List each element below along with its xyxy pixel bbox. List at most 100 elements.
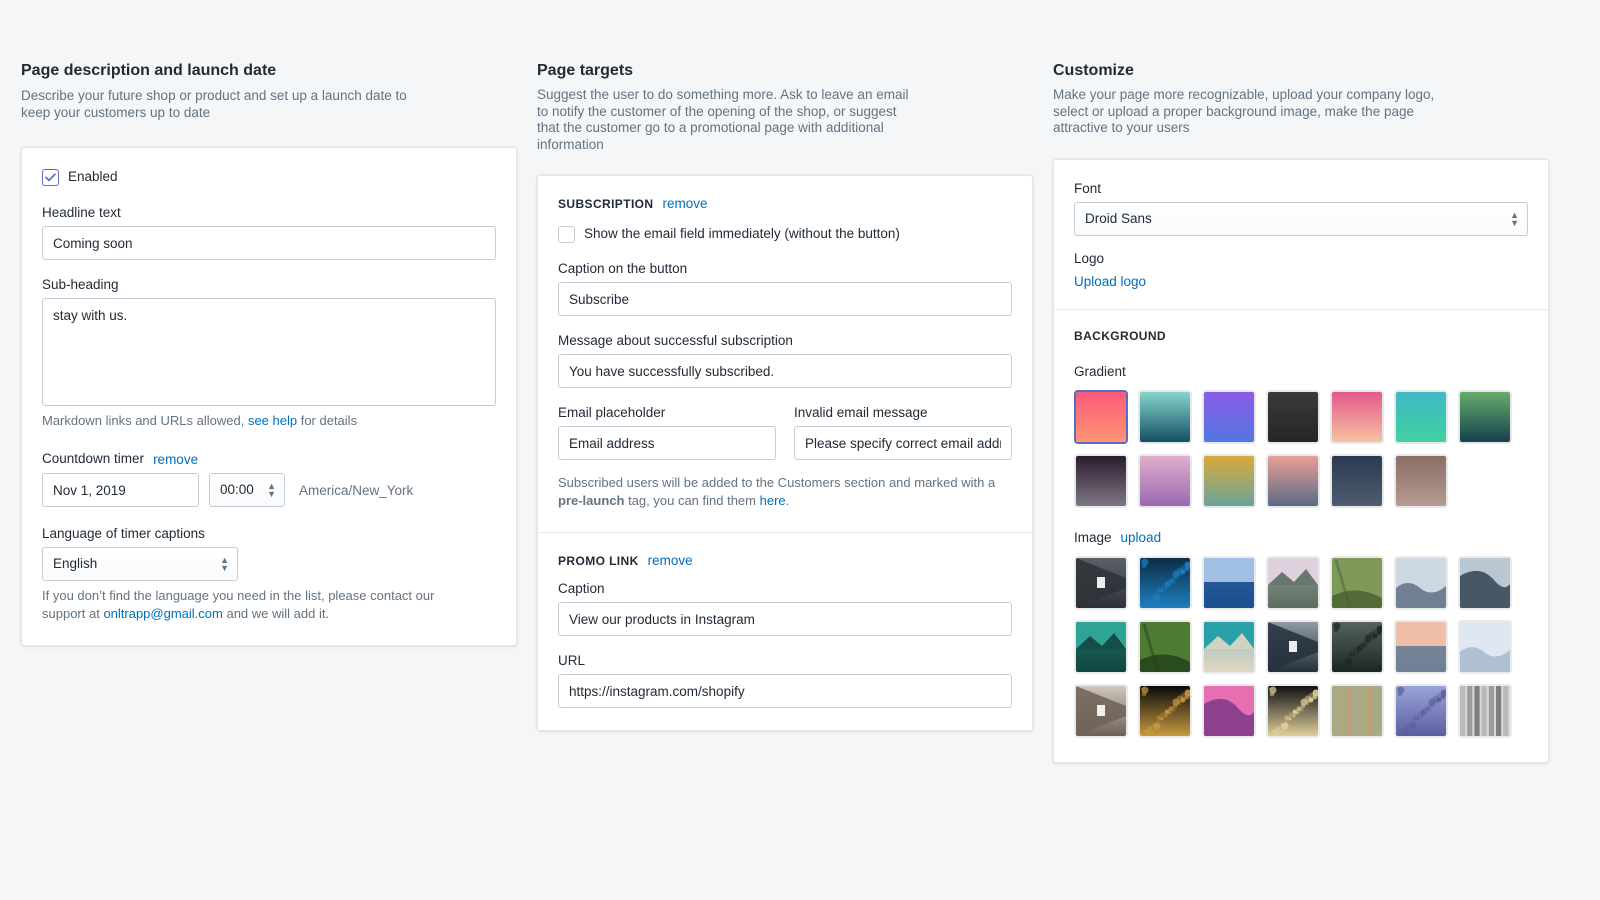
logo-field-group: Logo Upload logo — [1074, 250, 1528, 291]
image-swatch-city-lights-night[interactable] — [1138, 683, 1192, 738]
font-logo-section: Font Droid Sans ▲ ▼ Logo Upload logo — [1054, 160, 1548, 309]
email-placeholder-group: Email placeholder — [558, 404, 776, 460]
image-swatch-sunset-shore-towers[interactable] — [1394, 619, 1448, 674]
image-swatch-foggy-forest[interactable] — [1394, 555, 1448, 610]
image-swatch-pink-crystal[interactable] — [1202, 683, 1256, 738]
gradient-fill — [1076, 455, 1126, 506]
button-caption-input[interactable] — [558, 282, 1012, 316]
subscription-remove-link[interactable]: remove — [662, 196, 707, 211]
email-placeholder-input[interactable] — [558, 426, 776, 460]
gradient-swatch-teal-deep-blue[interactable] — [1138, 389, 1192, 444]
image-swatch-water-droplets[interactable] — [1394, 683, 1448, 738]
gradient-swatch-pink-lilac[interactable] — [1138, 453, 1192, 508]
gradient-swatch-violet-blue[interactable] — [1202, 389, 1256, 444]
see-help-link[interactable]: see help — [248, 413, 297, 428]
image-label: Image — [1074, 529, 1112, 545]
font-select-wrap: Droid Sans ▲ ▼ — [1074, 201, 1528, 236]
image-upload-link[interactable]: upload — [1121, 530, 1162, 545]
image-swatch-city-aerial[interactable] — [1330, 619, 1384, 674]
column-page-description: Page description and launch date Describ… — [21, 60, 517, 646]
image-swatch-lake-mountain-sunrise[interactable] — [1266, 555, 1320, 610]
gradient-swatch-pink-peach[interactable] — [1330, 389, 1384, 444]
gradient-swatch-dark-plum[interactable] — [1074, 453, 1128, 508]
customers-here-link[interactable]: here — [760, 493, 786, 508]
gradient-swatch-mauve-taupe[interactable] — [1394, 453, 1448, 508]
countdown-label: Countdown timer — [42, 451, 145, 466]
headline-label: Headline text — [42, 205, 121, 220]
image-swatch-winter-city-fog[interactable] — [1458, 619, 1512, 674]
subheading-textarea[interactable]: stay with us. — [42, 298, 496, 406]
enabled-checkbox[interactable] — [42, 168, 59, 186]
image-thumbnail — [1460, 557, 1510, 608]
image-thumbnail — [1396, 621, 1446, 672]
support-email-link[interactable]: onltrapp@gmail.com — [103, 606, 222, 621]
show-email-immediately-checkbox[interactable] — [558, 225, 575, 243]
invalid-email-input[interactable] — [794, 426, 1012, 460]
font-select[interactable]: Droid Sans — [1074, 201, 1528, 236]
enabled-checkbox-label: Enabled — [68, 169, 118, 184]
subheading-field-group: Sub-heading stay with us. Markdown links… — [42, 276, 496, 430]
promo-link-remove-link[interactable]: remove — [648, 553, 693, 568]
countdown-remove-link[interactable]: remove — [153, 452, 198, 467]
promo-url-input[interactable] — [558, 674, 1012, 708]
image-swatch-underpass-tunnel[interactable] — [1266, 619, 1320, 674]
language-help-text: If you don’t find the language you need … — [42, 587, 480, 623]
image-swatch-night-bokeh[interactable] — [1266, 683, 1320, 738]
gradient-swatch-gold-teal[interactable] — [1202, 453, 1256, 508]
subscription-note-part2: tag, you can find them — [624, 493, 760, 508]
subheading-label: Sub-heading — [42, 277, 119, 292]
gradient-swatch-navy-slate[interactable] — [1330, 453, 1384, 508]
promo-caption-label: Caption — [558, 581, 605, 596]
promo-caption-input[interactable] — [558, 602, 1012, 636]
email-placeholder-label: Email placeholder — [558, 405, 666, 420]
image-swatch-turquoise-lake[interactable] — [1074, 619, 1128, 674]
gradient-fill — [1396, 391, 1446, 442]
gradient-group: Gradient — [1074, 363, 1528, 508]
promo-link-section: PROMO LINK remove Caption URL — [538, 533, 1032, 730]
image-swatch-blurred-blue-bokeh[interactable] — [1202, 555, 1256, 610]
page-title-right: Customize — [1053, 62, 1134, 79]
image-swatch-aerial-green-fields[interactable] — [1330, 555, 1384, 610]
gradient-swatch-turquoise-green[interactable] — [1394, 389, 1448, 444]
promo-url-group: URL — [558, 652, 1012, 708]
image-thumbnail — [1204, 557, 1254, 608]
headline-input[interactable] — [42, 226, 496, 260]
image-thumbnail — [1076, 557, 1126, 608]
language-select-wrap: English ▲ ▼ — [42, 547, 238, 581]
subscription-section: SUBSCRIPTION remove Show the email field… — [538, 176, 1032, 532]
countdown-date-input[interactable] — [42, 473, 199, 507]
language-label: Language of timer captions — [42, 526, 205, 541]
upload-logo-link[interactable]: Upload logo — [1074, 274, 1146, 289]
show-email-checkbox-row[interactable]: Show the email field immediately (withou… — [558, 225, 1012, 243]
gradient-swatch-green-teal-dark[interactable] — [1458, 389, 1512, 444]
image-thumbnail — [1268, 557, 1318, 608]
image-swatch-coastal-cliff[interactable] — [1202, 619, 1256, 674]
language-help-after: and we will add it. — [222, 606, 330, 621]
countdown-time-select[interactable]: 00:00 — [209, 473, 285, 507]
image-thumbnail — [1204, 621, 1254, 672]
image-swatch-painted-wood-planks[interactable] — [1330, 683, 1384, 738]
email-fields-row: Email placeholder Invalid email message — [558, 404, 1012, 460]
success-message-group: Message about successful subscription — [558, 332, 1012, 388]
image-thumbnail — [1332, 621, 1382, 672]
promo-link-heading-row: PROMO LINK remove — [558, 553, 1012, 568]
gradient-swatch-salmon-slate[interactable] — [1266, 453, 1320, 508]
countdown-timer-group: Countdown timer remove 00:00 ▲▼ America/… — [42, 450, 496, 507]
image-swatch-grey-textured-waves[interactable] — [1458, 683, 1512, 738]
image-swatch-blue-crystals[interactable] — [1138, 555, 1192, 610]
image-swatch-green-bamboo[interactable] — [1138, 619, 1192, 674]
image-thumbnail — [1140, 621, 1190, 672]
column-page-targets: Page targets Suggest the user to do some… — [537, 60, 1033, 731]
enabled-checkbox-row[interactable]: Enabled — [42, 168, 496, 186]
invalid-email-group: Invalid email message — [794, 404, 1012, 460]
image-swatch-paris-street[interactable] — [1074, 683, 1128, 738]
markdown-help-after: for details — [297, 413, 358, 428]
image-swatch-snow-wave[interactable] — [1458, 555, 1512, 610]
success-message-input[interactable] — [558, 354, 1012, 388]
gradient-swatch-coral-pink[interactable] — [1074, 389, 1128, 444]
image-swatch-corridor-light[interactable] — [1074, 555, 1128, 610]
page-description-middle: Suggest the user to do something more. A… — [537, 87, 909, 152]
language-select[interactable]: English — [42, 547, 238, 581]
headline-field-group: Headline text — [42, 204, 496, 260]
gradient-swatch-charcoal[interactable] — [1266, 389, 1320, 444]
